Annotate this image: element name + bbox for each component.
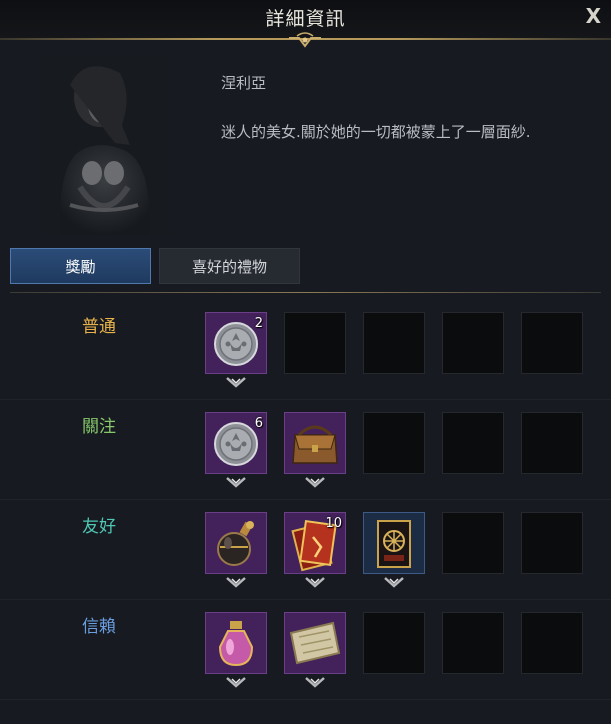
chevron-down-icon [226,477,246,488]
chevron-down-icon [305,477,325,488]
npc-portrait [40,55,170,235]
empty-reward-slot[interactable] [521,312,583,374]
empty-reward-slot[interactable] [363,412,425,474]
item-count: 2 [254,316,263,331]
reward-slot[interactable] [284,412,346,474]
row-separator [0,699,611,700]
tab-favorite-gifts[interactable]: 喜好的禮物 [159,248,300,284]
window-title: 詳細資訊 [265,8,346,30]
tier-label: 普通 [82,317,116,337]
reward-slot[interactable]: 6 [205,412,267,474]
empty-reward-slot[interactable] [442,612,504,674]
tier-label: 友好 [82,517,116,537]
empty-reward-slot[interactable] [521,412,583,474]
empty-reward-slot[interactable] [521,512,583,574]
npc-description: 迷人的美女.關於她的一切都被蒙上了一層面紗. [221,123,531,141]
chevron-down-icon [226,377,246,388]
empty-reward-slot[interactable] [363,612,425,674]
reward-slot[interactable] [205,612,267,674]
tier-row: 普通 2 [0,300,611,400]
close-button[interactable]: X [586,4,601,28]
ornament-icon [289,32,321,48]
section-divider [10,292,601,293]
reward-slot[interactable] [205,512,267,574]
tier-row: 信賴 [0,600,611,700]
reward-slot[interactable]: 2 [205,312,267,374]
tier-row: 友好 10 [0,500,611,600]
tier-label: 信賴 [82,617,116,637]
chevron-down-icon [305,577,325,588]
chevron-down-icon [305,677,325,688]
empty-reward-slot[interactable] [284,312,346,374]
empty-reward-slot[interactable] [363,312,425,374]
empty-reward-slot[interactable] [442,312,504,374]
empty-reward-slot[interactable] [442,412,504,474]
tier-label: 關注 [82,417,116,437]
reward-slot[interactable]: 10 [284,512,346,574]
tab-rewards[interactable]: 獎勵 [10,248,151,284]
item-count: 10 [325,516,342,531]
item-count: 6 [254,416,263,431]
chevron-down-icon [226,577,246,588]
npc-name: 涅利亞 [221,74,267,92]
empty-reward-slot[interactable] [442,512,504,574]
chevron-down-icon [384,577,404,588]
tier-row: 關注 6 [0,400,611,500]
reward-slot[interactable] [363,512,425,574]
reward-slot[interactable] [284,612,346,674]
empty-reward-slot[interactable] [521,612,583,674]
chevron-down-icon [226,677,246,688]
